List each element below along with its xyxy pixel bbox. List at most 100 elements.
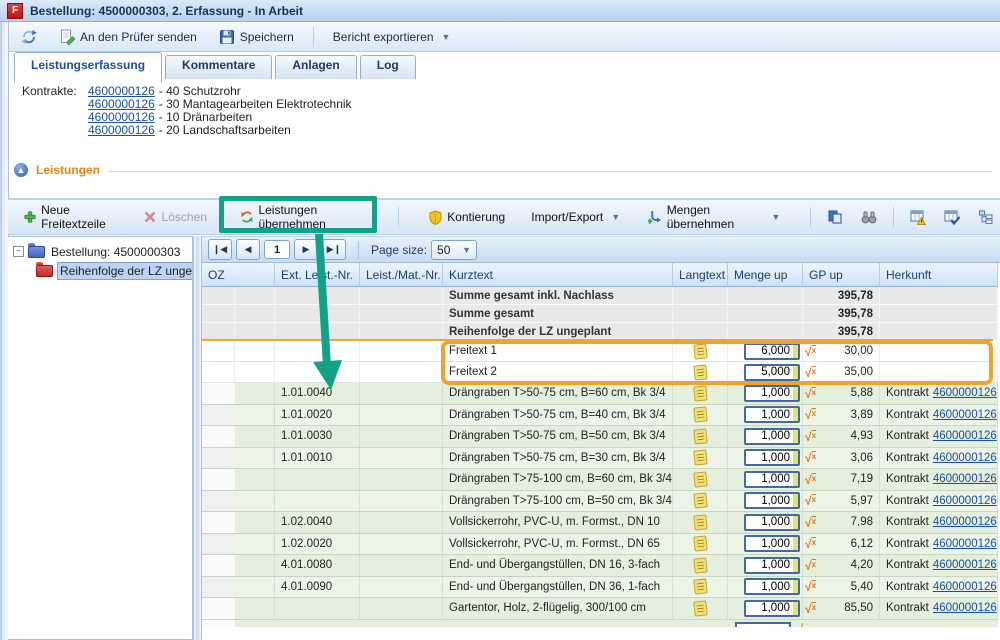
column-header-langtext[interactable]: Langtext [673, 263, 728, 286]
column-header-ext-leist-nr[interactable]: Ext. Leist.-Nr. [275, 263, 360, 286]
menge-cell [728, 383, 803, 404]
column-header-gp-up[interactable]: GP up [803, 263, 880, 286]
note-icon[interactable] [693, 343, 707, 359]
import-export-button[interactable]: Import/Export ▼ [525, 206, 626, 228]
menge-input[interactable] [744, 449, 800, 466]
tab-leistungserfassung[interactable]: Leistungserfassung [14, 52, 162, 82]
note-icon[interactable] [693, 407, 707, 423]
tab-anlagen[interactable]: Anlagen [275, 55, 356, 79]
langtext-cell [673, 469, 728, 490]
contract-link[interactable]: 4600000126 [88, 110, 155, 124]
langtext-cell [673, 534, 728, 555]
note-icon[interactable] [693, 557, 707, 573]
collapse-up-icon[interactable]: ▲ [14, 163, 28, 177]
note-icon[interactable] [693, 428, 707, 444]
note-icon[interactable] [693, 600, 707, 616]
grid-check-button[interactable] [938, 205, 966, 229]
tree-expander-icon[interactable]: − [13, 246, 24, 257]
take-quantities-label: Mengen übernehmen [667, 203, 764, 231]
page-number-input[interactable] [264, 240, 290, 259]
herkunft-contract-link[interactable]: 4600000126 [933, 495, 997, 507]
note-icon[interactable] [693, 579, 707, 595]
contract-link[interactable]: 4600000126 [88, 97, 155, 111]
menge-input[interactable] [744, 557, 800, 574]
table-header-row: OZ Ext. Leist.-Nr. Leist./Mat.-Nr. Kurzt… [202, 263, 998, 287]
grid-warning-button[interactable] [904, 205, 932, 229]
panel-splitter[interactable] [193, 236, 202, 640]
take-quantities-button[interactable]: Mengen übernehmen ▼ [642, 199, 786, 235]
menge-input[interactable] [744, 471, 800, 488]
save-button[interactable]: Speichern [212, 26, 301, 48]
note-icon[interactable] [693, 364, 707, 380]
herkunft-contract-link[interactable]: 4600000126 [933, 602, 997, 614]
herkunft-contract-link[interactable]: 4600000126 [933, 409, 997, 421]
menge-input[interactable] [744, 428, 800, 445]
herkunft-contract-link[interactable]: 4600000126 [933, 581, 997, 593]
mat-nr-cell [360, 491, 443, 512]
herkunft-contract-link[interactable]: 4600000126 [933, 430, 997, 442]
summary-row: Reihenfolge der LZ ungeplant 395,78 [202, 323, 998, 341]
herkunft-contract-link[interactable]: 4600000126 [933, 452, 997, 464]
refresh-button[interactable] [14, 26, 44, 48]
new-freetext-row-button[interactable]: Neue Freitextzeile [18, 199, 131, 235]
catalog-row: 1.01.0020 Drängraben T>50-75 cm, B=40 cm… [202, 405, 998, 427]
column-header-menge-up[interactable]: Menge up [728, 263, 803, 286]
herkunft-contract-link[interactable]: 4600000126 [933, 387, 997, 399]
main-toolbar: An den Prüfer senden Speichern Bericht e… [0, 22, 1000, 52]
herkunft-contract-link[interactable]: 4600000126 [933, 559, 997, 571]
tree-node-root[interactable]: − Bestellung: 4500000303 [8, 242, 192, 261]
column-header-leist-mat-nr[interactable]: Leist./Mat.-Nr. [360, 263, 443, 286]
next-page-button[interactable]: ▶ [294, 239, 318, 260]
copy-grid-button[interactable] [821, 205, 849, 229]
note-icon[interactable] [693, 493, 707, 509]
herkunft-contract-link[interactable]: 4600000126 [933, 473, 997, 485]
summary-label: Summe gesamt inkl. Nachlass [443, 287, 673, 304]
column-header-oz[interactable]: OZ [202, 263, 275, 286]
menge-input[interactable] [744, 492, 800, 509]
contract-link[interactable]: 4600000126 [88, 123, 155, 137]
send-to-reviewer-button[interactable]: An den Prüfer senden [52, 26, 204, 48]
summary-row: Summe gesamt 395,78 [202, 305, 998, 323]
column-header-herkunft[interactable]: Herkunft [880, 263, 998, 286]
contracts-block: Kontrakte: 4600000126 - 40 Schutzrohr 46… [22, 84, 352, 136]
menge-input[interactable] [744, 514, 800, 531]
herkunft-contract-link[interactable]: 4600000126 [933, 516, 997, 528]
contract-link[interactable]: 4600000126 [88, 84, 155, 98]
note-icon[interactable] [693, 385, 707, 401]
prev-page-button[interactable]: ◀ [236, 239, 260, 260]
export-report-button[interactable]: Bericht exportieren ▼ [326, 27, 458, 47]
menge-input[interactable] [744, 406, 800, 423]
summary-rows: Summe gesamt inkl. Nachlass 395,78 Summe… [202, 287, 998, 341]
take-services-button[interactable]: Leistungen übernehmen [234, 199, 377, 235]
tab-log[interactable]: Log [360, 55, 416, 79]
last-page-button[interactable]: ▶❙ [322, 239, 346, 260]
kurztext-cell: Drängraben T>50-75 cm, B=50 cm, Bk 3/4 [443, 426, 673, 447]
column-header-kurztext[interactable]: Kurztext [443, 263, 673, 286]
hierarchy-button[interactable] [972, 205, 1000, 229]
gp-cell: √x 5,40 [803, 577, 880, 598]
tree-node-child[interactable]: Reihenfolge der LZ ungep [8, 261, 192, 280]
note-icon[interactable] [693, 536, 707, 552]
kontierung-button[interactable]: Kontierung [423, 206, 511, 229]
herkunft-contract-link[interactable]: 4600000126 [933, 538, 997, 550]
menge-input[interactable] [744, 578, 800, 595]
menge-input[interactable] [744, 385, 800, 402]
herkunft-cell: Kontrakt 4600000126 [880, 469, 998, 490]
page-size-select[interactable]: 50 ▼ [431, 240, 477, 260]
herkunft-cell [880, 287, 998, 304]
summary-label: Summe gesamt [443, 305, 673, 322]
kurztext-cell: Freitext 2 [443, 362, 673, 382]
note-icon[interactable] [693, 471, 707, 487]
menge-input[interactable] [744, 600, 800, 617]
note-icon[interactable] [693, 450, 707, 466]
mat-nr-cell [360, 512, 443, 533]
menge-input[interactable] [744, 343, 800, 360]
menge-input[interactable] [744, 364, 800, 381]
tab-kommentare[interactable]: Kommentare [165, 55, 272, 79]
search-button[interactable] [855, 205, 883, 229]
import-export-label: Import/Export [531, 210, 603, 224]
first-page-button[interactable]: ❙◀ [208, 239, 232, 260]
note-icon[interactable] [693, 514, 707, 530]
menge-input[interactable] [744, 535, 800, 552]
herkunft-label: Kontrakt [886, 602, 929, 614]
